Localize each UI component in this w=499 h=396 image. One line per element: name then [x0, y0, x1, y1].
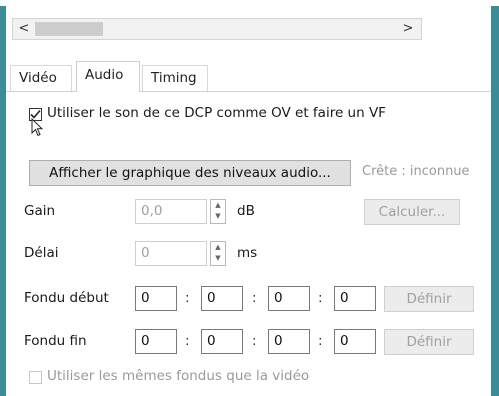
fade-in-define-button[interactable]: Définir: [384, 286, 474, 312]
tab-audio-label: Audio: [85, 67, 124, 83]
gain-input[interactable]: 0,0: [135, 199, 207, 224]
delay-label: Délai: [24, 245, 59, 261]
fade-in-separator: :: [318, 290, 323, 306]
delay-spinner[interactable]: ▲ ▼: [210, 241, 226, 266]
spin-up-icon[interactable]: ▲: [211, 200, 225, 211]
fade-out-separator: :: [185, 333, 190, 349]
gain-label: Gain: [24, 203, 56, 219]
fade-out-label: Fondu fin: [24, 333, 87, 349]
show-audio-graph-button[interactable]: Afficher le graphique des niveaux audio.…: [29, 160, 351, 186]
tab-timing[interactable]: Timing: [142, 65, 208, 91]
fade-out-define-button[interactable]: Définir: [384, 329, 474, 355]
same-fades-label[interactable]: Utiliser les mêmes fondus que la vidéo: [47, 368, 309, 384]
spin-down-icon[interactable]: ▼: [211, 253, 225, 264]
fade-in-separator: :: [185, 290, 190, 306]
spin-up-icon[interactable]: ▲: [211, 242, 225, 253]
gain-spinner[interactable]: ▲ ▼: [210, 199, 226, 224]
fade-in-label: Fondu début: [24, 290, 109, 306]
fade-out-frames[interactable]: 0: [334, 329, 376, 354]
fade-out-hours[interactable]: 0: [135, 329, 177, 354]
scroll-right-arrow[interactable]: >: [399, 19, 417, 39]
tab-bar: Vidéo Audio Timing: [6, 61, 491, 92]
ov-checkbox-label[interactable]: Utiliser le son de ce DCP comme OV et fa…: [47, 105, 386, 121]
fade-in-frames[interactable]: 0: [334, 286, 376, 311]
window-border-right: [491, 6, 499, 396]
fade-out-separator: :: [252, 333, 257, 349]
delay-unit: ms: [237, 245, 258, 261]
fade-in-separator: :: [252, 290, 257, 306]
scroll-left-arrow[interactable]: <: [15, 19, 33, 39]
spin-down-icon[interactable]: ▼: [211, 211, 225, 222]
peak-level-label: Crête : inconnue: [362, 164, 470, 179]
fade-out-seconds[interactable]: 0: [268, 329, 310, 354]
same-fades-checkbox[interactable]: [29, 371, 42, 384]
tab-timing-label: Timing: [151, 70, 197, 86]
horizontal-scrollbar[interactable]: < >: [12, 18, 422, 40]
fade-in-minutes[interactable]: 0: [201, 286, 243, 311]
fade-in-hours[interactable]: 0: [135, 286, 177, 311]
tab-video[interactable]: Vidéo: [10, 65, 72, 91]
mouse-pointer-icon: [31, 118, 44, 137]
fade-out-separator: :: [318, 333, 323, 349]
calculate-gain-button[interactable]: Calculer...: [364, 199, 460, 225]
tab-video-label: Vidéo: [19, 70, 57, 86]
fade-out-minutes[interactable]: 0: [201, 329, 243, 354]
gain-unit: dB: [237, 203, 255, 219]
delay-input[interactable]: 0: [135, 241, 207, 266]
tab-audio[interactable]: Audio: [76, 61, 140, 92]
scrollbar-thumb[interactable]: [35, 22, 103, 36]
fade-in-seconds[interactable]: 0: [268, 286, 310, 311]
